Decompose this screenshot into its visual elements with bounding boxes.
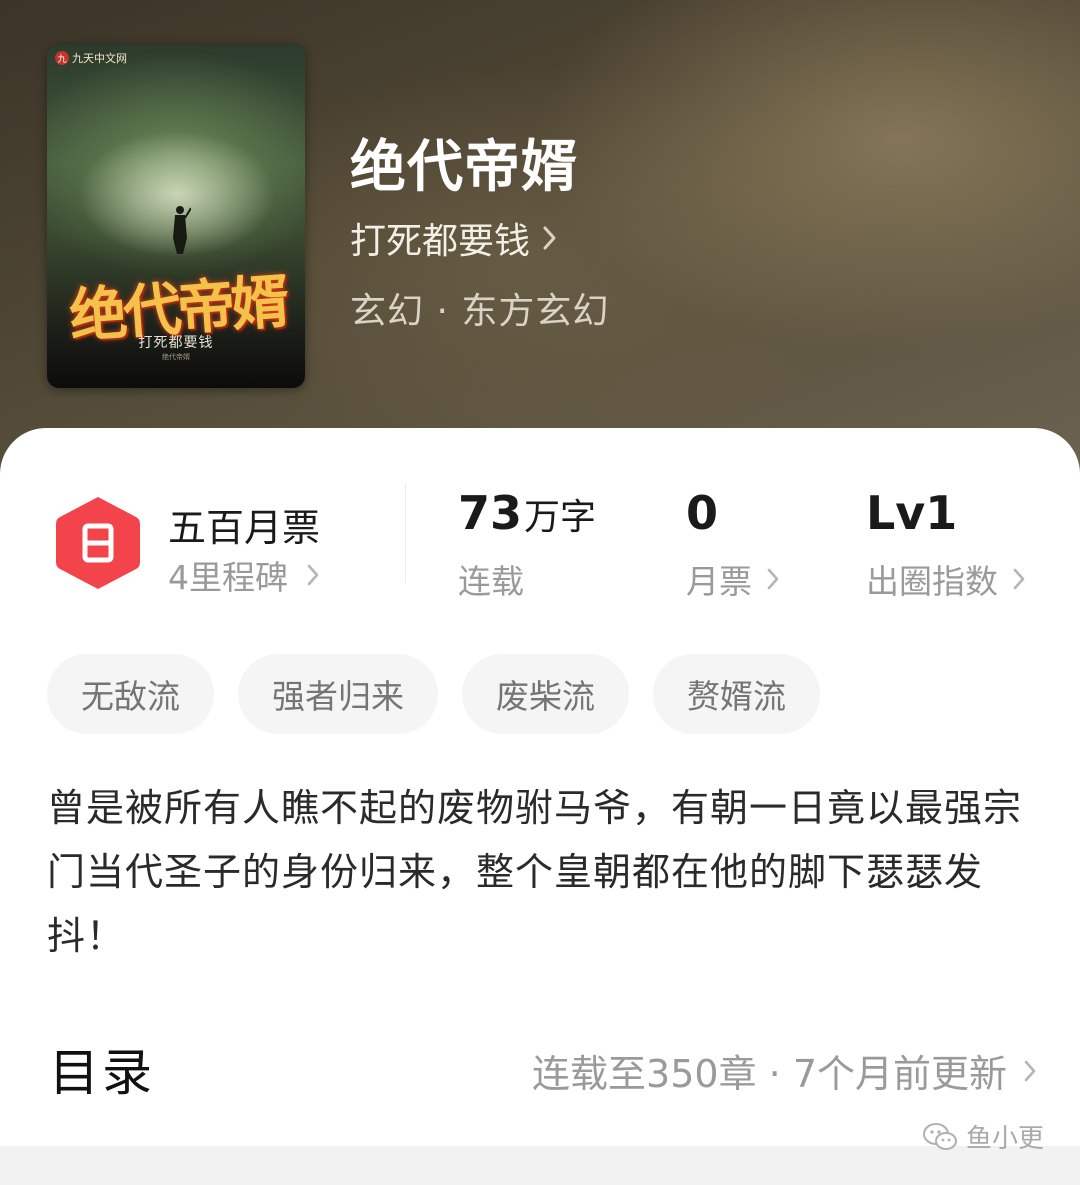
word-count-label-line: 连载 [458, 555, 596, 603]
breakout-index-value: Lv1 [866, 486, 958, 540]
author-name: 打死都要钱 [350, 221, 531, 262]
wechat-icon [922, 1122, 957, 1150]
book-cover[interactable]: 九 九天中文网 绝代帝婿 打死都要钱 绝代帝婿 [47, 44, 305, 388]
book-info-card: 五百月票 4里程碑 73万字 连载 0 月票 Lv1 出圈指数 无敌流 强者归来… [0, 428, 1080, 1185]
milestone-title: 五百月票 [168, 506, 321, 550]
genre-label[interactable]: 玄幻 · 东方玄幻 [350, 282, 609, 334]
word-count-value: 73 [458, 486, 523, 540]
stats-row: 五百月票 4里程碑 73万字 连载 0 月票 Lv1 出圈指数 [0, 483, 1080, 603]
chevron-right-icon [543, 226, 556, 250]
monthly-ticket-value: 0 [686, 486, 719, 540]
toc-row[interactable]: 目录 连载至350章 · 7个月前更新 [47, 1033, 1037, 1103]
tag-chip[interactable]: 赘婿流 [653, 654, 820, 734]
word-count-stat: 73万字 连载 [458, 483, 596, 603]
cover-figure-icon [173, 206, 191, 254]
monthly-ticket-label: 月票 [686, 562, 752, 601]
tag-chip[interactable]: 无敌流 [47, 654, 214, 734]
synopsis-text[interactable]: 曾是被所有人瞧不起的废物驸马爷，有朝一日竟以最强宗门当代圣子的身份归来，整个皇朝… [47, 776, 1042, 968]
cover-subtitle-art: 绝代帝婿 [162, 353, 190, 361]
toc-title: 目录 [49, 1044, 155, 1102]
watermark: 鱼小更 [922, 1118, 1044, 1155]
serial-status-label: 连载 [458, 562, 524, 601]
milestone-link[interactable]: 4里程碑 [168, 551, 320, 599]
book-header: 九 九天中文网 绝代帝婿 打死都要钱 绝代帝婿 绝代帝婿 打死都要钱 玄幻 · … [0, 0, 1080, 480]
stats-divider [405, 483, 406, 583]
milestone-count: 4里程碑 [168, 558, 288, 597]
cover-author-art: 打死都要钱 [138, 335, 214, 351]
chevron-right-icon [1024, 1060, 1036, 1081]
chevron-right-icon [1013, 568, 1025, 590]
breakout-index-label-line: 出圈指数 [866, 555, 1026, 603]
cover-publisher-label: 九天中文网 [72, 52, 127, 65]
ticket-badge-icon[interactable] [52, 493, 144, 593]
bottom-divider-strip [0, 1146, 1080, 1185]
cover-publisher: 九 九天中文网 [55, 50, 127, 66]
toc-update-info: 连载至350章 · 7个月前更新 [532, 1052, 1007, 1096]
book-detail-page: 九 九天中文网 绝代帝婿 打死都要钱 绝代帝婿 绝代帝婿 打死都要钱 玄幻 · … [0, 0, 1080, 1185]
tag-chip[interactable]: 废柴流 [462, 654, 629, 734]
toc-info: 连载至350章 · 7个月前更新 [532, 1043, 1037, 1098]
chevron-right-icon [767, 568, 779, 590]
author-link[interactable]: 打死都要钱 [350, 212, 558, 264]
monthly-ticket-stat[interactable]: 0 月票 [686, 483, 780, 603]
tag-list: 无敌流 强者归来 废柴流 赘婿流 [47, 654, 820, 734]
word-count-value-line: 73万字 [458, 483, 596, 543]
tag-chip[interactable]: 强者归来 [238, 654, 438, 734]
word-count-unit: 万字 [524, 497, 597, 538]
monthly-ticket-label-line: 月票 [686, 555, 780, 603]
chevron-right-icon [307, 564, 319, 586]
publisher-logo-icon: 九 [55, 51, 69, 65]
breakout-index-label: 出圈指数 [866, 562, 998, 601]
breakout-index-stat[interactable]: Lv1 出圈指数 [866, 483, 1026, 603]
watermark-label: 鱼小更 [965, 1124, 1044, 1154]
book-title: 绝代帝婿 [350, 134, 578, 200]
